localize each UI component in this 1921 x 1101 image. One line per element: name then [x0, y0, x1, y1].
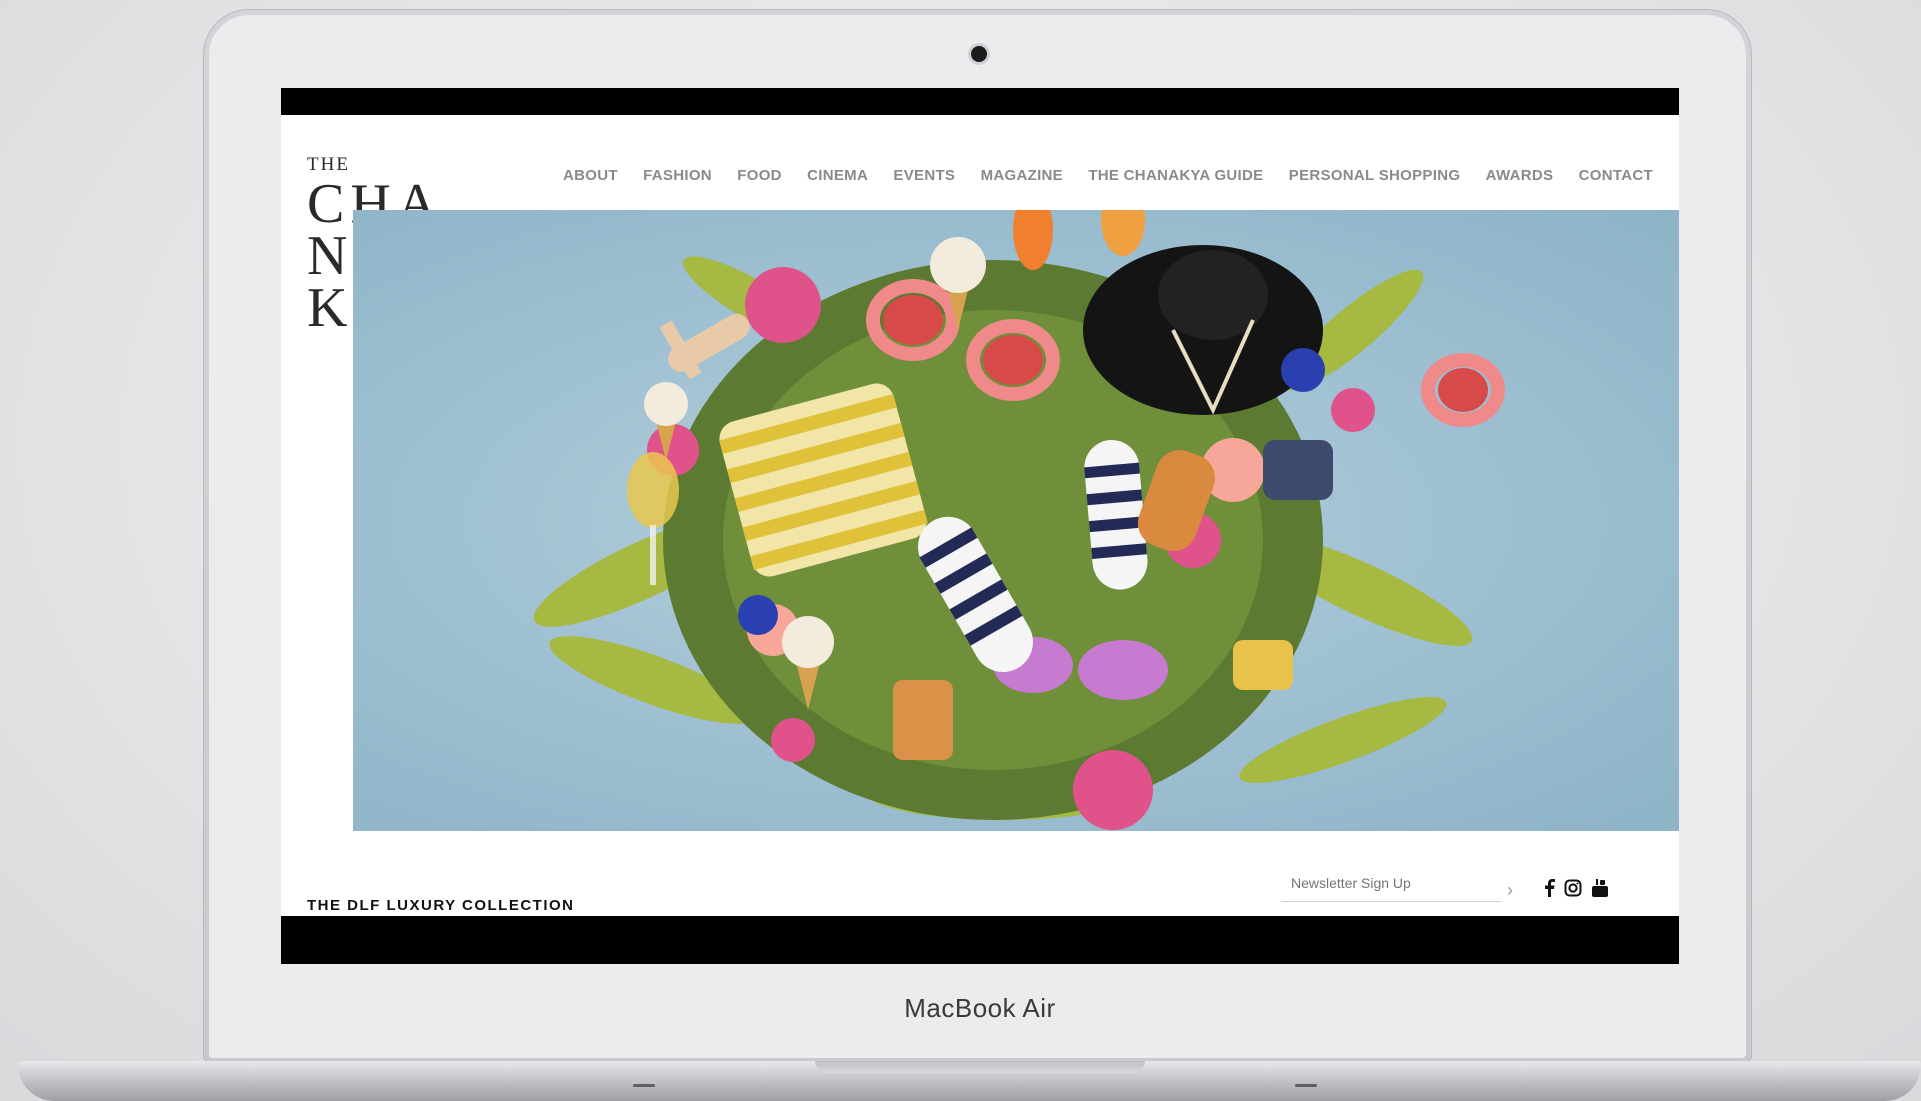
nav-events[interactable]: EVENTS — [893, 167, 955, 184]
nav-magazine[interactable]: MAGAZINE — [981, 167, 1063, 184]
youtube-icon[interactable] — [1589, 877, 1611, 899]
nav-fashion[interactable]: FASHION — [643, 167, 712, 184]
camera-icon — [971, 46, 987, 62]
hero-image[interactable] — [353, 210, 1679, 831]
newsletter-signup — [1281, 871, 1501, 902]
laptop-foot — [1295, 1084, 1317, 1087]
nav-cinema[interactable]: CINEMA — [807, 167, 868, 184]
nav-chanakya-guide[interactable]: THE CHANAKYA GUIDE — [1088, 167, 1263, 184]
laptop-opening-notch — [815, 1061, 1145, 1073]
facebook-icon[interactable] — [1538, 877, 1560, 899]
chevron-right-icon[interactable]: › — [1507, 880, 1513, 901]
website: THE CHA NA KYA ABOUT FASHION FOOD CINEMA… — [281, 115, 1679, 916]
nav-contact[interactable]: CONTACT — [1579, 167, 1653, 184]
logo-the: THE — [307, 154, 350, 175]
nav-about[interactable]: ABOUT — [563, 167, 618, 184]
device-label: MacBook Air — [904, 993, 1056, 1023]
hero-collage-art — [533, 210, 1505, 830]
nav-awards[interactable]: AWARDS — [1486, 167, 1554, 184]
newsletter-input[interactable] — [1281, 871, 1501, 895]
laptop-foot — [633, 1084, 655, 1087]
laptop-screen: THE CHA NA KYA ABOUT FASHION FOOD CINEMA… — [281, 88, 1679, 964]
nav-personal-shopping[interactable]: PERSONAL SHOPPING — [1289, 167, 1461, 184]
main-nav: ABOUT FASHION FOOD CINEMA EVENTS MAGAZIN… — [563, 167, 1653, 184]
instagram-icon[interactable] — [1562, 877, 1584, 899]
footer-tagline: THE DLF LUXURY COLLECTION — [307, 897, 575, 914]
nav-food[interactable]: FOOD — [737, 167, 782, 184]
